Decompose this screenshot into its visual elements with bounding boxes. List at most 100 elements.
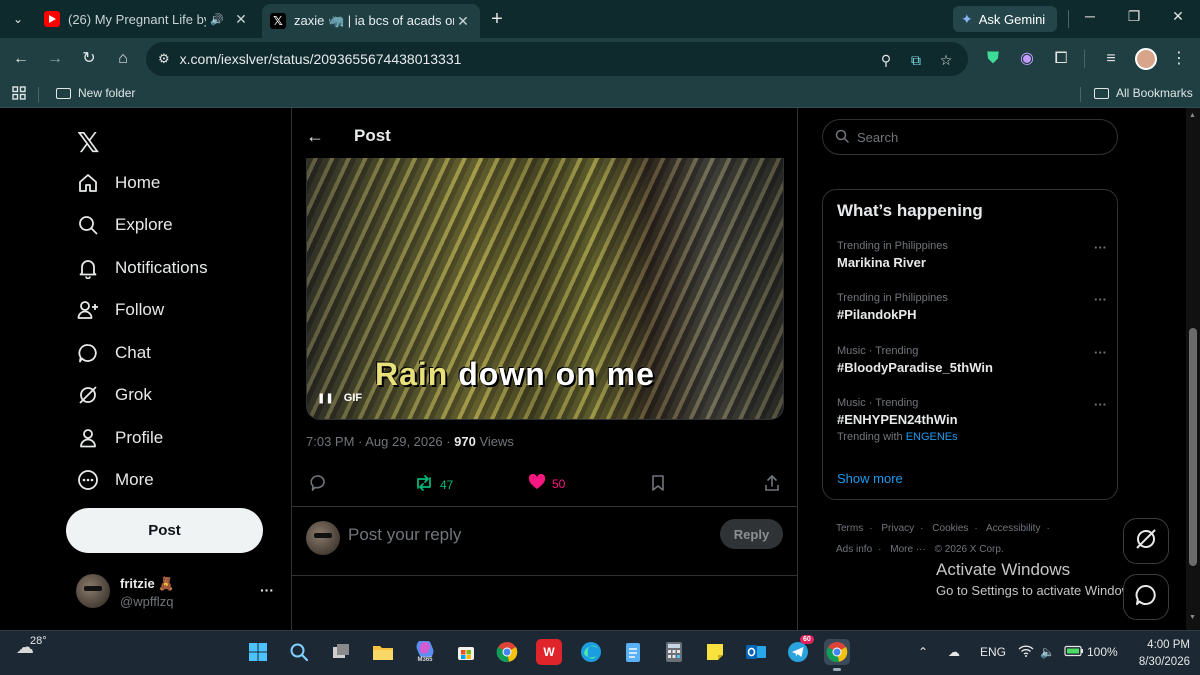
scroll-up-arrow-icon[interactable]: ▲	[1189, 112, 1196, 119]
sidebar-item-grok[interactable]: Grok	[76, 378, 152, 412]
grok-floating-button[interactable]	[1123, 518, 1169, 564]
footer-more[interactable]: More ···	[890, 544, 926, 555]
sidebar-item-explore[interactable]: Explore	[76, 208, 173, 242]
gif-badge[interactable]: ❚❚ GIF	[317, 392, 362, 404]
language-indicator[interactable]: ENG	[980, 645, 1006, 659]
footer-privacy[interactable]: Privacy	[881, 523, 914, 534]
chrome-icon[interactable]	[494, 639, 520, 665]
more-dots-icon[interactable]: ···	[260, 582, 274, 598]
close-tab-icon[interactable]: ✕	[454, 13, 472, 30]
more-dots-icon[interactable]: ···	[1094, 397, 1107, 412]
footer-cookies[interactable]: Cookies	[932, 523, 968, 534]
tab-search-button[interactable]: ⌄	[6, 7, 30, 31]
new-tab-button[interactable]: +	[486, 9, 508, 31]
messages-floating-button[interactable]	[1123, 574, 1169, 620]
zoom-icon[interactable]: ⚲	[876, 50, 896, 70]
tab-youtube[interactable]: (26) My Pregnant Life by Al 🔊 ✕	[36, 4, 258, 34]
microsoft-365-icon[interactable]: M365	[412, 639, 438, 665]
minimize-icon[interactable]: ─	[1080, 8, 1100, 24]
close-tab-icon[interactable]: ✕	[232, 11, 250, 28]
more-dots-icon[interactable]: ···	[1094, 345, 1107, 360]
shield-extension-icon[interactable]: ⛊	[982, 48, 1004, 70]
reading-list-icon[interactable]: ≡	[1100, 48, 1122, 70]
forward-icon[interactable]: →	[44, 48, 66, 70]
more-dots-icon[interactable]: ···	[1094, 292, 1107, 307]
reload-icon[interactable]: ↻	[78, 48, 100, 70]
weather-widget[interactable]: ☁ 28°	[16, 635, 47, 658]
share-action[interactable]	[764, 474, 780, 495]
sidebar-item-home[interactable]: Home	[76, 166, 160, 200]
back-icon[interactable]: ←	[10, 48, 32, 70]
footer-ads-info[interactable]: Ads info	[836, 544, 872, 555]
site-info-icon[interactable]: ⚙	[158, 51, 170, 67]
restore-icon[interactable]: ❐	[1124, 8, 1144, 25]
taskbar-search-icon[interactable]	[286, 639, 312, 665]
account-switcher[interactable]: fritzie 🧸 @wpfflzq ···	[76, 574, 276, 614]
bookmark-star-icon[interactable]: ☆	[936, 50, 956, 70]
sidebar-item-profile[interactable]: Profile	[76, 421, 163, 455]
x-logo-icon[interactable]: 𝕏	[77, 126, 100, 159]
bookmark-new-folder[interactable]: New folder	[56, 86, 135, 100]
search-input[interactable]: Search	[822, 119, 1118, 155]
sidebar-item-notifications[interactable]: Notifications	[76, 251, 208, 285]
sidebar-item-follow[interactable]: Follow	[76, 293, 164, 327]
ghost-extension-icon[interactable]: ◉	[1016, 48, 1038, 70]
pause-icon[interactable]: ❚❚	[317, 393, 334, 404]
page-scrollbar[interactable]: ▲ ▼	[1186, 108, 1200, 630]
post-media-gif[interactable]: Rain down on me ❚❚ GIF	[306, 158, 784, 420]
address-bar[interactable]: ⚙ x.com/iexslver/status/2093655674438013…	[146, 42, 968, 76]
more-dots-icon[interactable]: ···	[1094, 240, 1107, 255]
profile-avatar-icon[interactable]	[1135, 48, 1157, 70]
close-window-icon[interactable]: ✕	[1168, 8, 1188, 25]
sidebar-item-chat[interactable]: Chat	[76, 336, 151, 370]
trend-item[interactable]: Music · Trending #ENHYPEN24thWin Trendin…	[837, 397, 1107, 443]
repost-action[interactable]: 47	[414, 474, 453, 495]
sticky-notes-icon[interactable]	[702, 639, 728, 665]
calculator-icon[interactable]	[661, 639, 687, 665]
install-app-icon[interactable]: ⧉	[906, 50, 926, 70]
url-text[interactable]: x.com/iexslver/status/209365567443801333…	[180, 51, 968, 67]
apps-grid-icon[interactable]	[12, 86, 26, 100]
system-clock[interactable]: 4:00 PM 8/30/2026	[1124, 637, 1190, 671]
sidebar-item-more[interactable]: More	[76, 463, 154, 497]
trend-item[interactable]: Music · Trending #BloodyParadise_5thWin …	[837, 345, 1107, 375]
menu-kebab-icon[interactable]: ⋮	[1168, 48, 1190, 70]
tray-security-icon[interactable]: ☁	[948, 645, 960, 659]
wps-office-icon[interactable]: W	[536, 639, 562, 665]
bookmark-action[interactable]	[650, 474, 666, 495]
notepad-icon[interactable]	[620, 639, 646, 665]
edge-icon[interactable]	[578, 639, 604, 665]
task-view-icon[interactable]	[328, 639, 354, 665]
chrome-active-icon[interactable]	[824, 639, 850, 671]
speaker-icon[interactable]: 🔈	[1040, 645, 1055, 659]
battery-icon[interactable]	[1064, 645, 1084, 660]
home-icon[interactable]: ⌂	[112, 48, 134, 70]
scrollbar-thumb[interactable]	[1189, 328, 1197, 566]
trending-with-tag[interactable]: ENGENEs	[906, 431, 958, 443]
extensions-puzzle-icon[interactable]: ⧠	[1050, 48, 1072, 70]
like-action[interactable]: 50	[528, 473, 565, 493]
trend-item[interactable]: Trending in Philippines #PilandokPH ···	[837, 292, 1107, 322]
post-timestamp[interactable]: 7:03 PM · Aug 29, 2026 · 970 Views	[306, 434, 514, 449]
footer-accessibility[interactable]: Accessibility	[986, 523, 1040, 534]
reply-input[interactable]: Post your reply	[348, 525, 461, 545]
tray-overflow-chevron-icon[interactable]: ⌃	[918, 645, 928, 659]
back-arrow-icon[interactable]: ←	[306, 126, 326, 147]
wifi-icon[interactable]	[1018, 645, 1034, 660]
reply-action[interactable]	[310, 474, 328, 495]
microsoft-store-icon[interactable]	[453, 639, 479, 665]
tab-x-post[interactable]: 𝕏 zaxie 🦏 | ia bcs of acads on X ✕	[262, 4, 480, 38]
speaker-icon[interactable]: 🔊	[210, 13, 224, 26]
windows-start-icon[interactable]	[245, 639, 271, 665]
footer-terms[interactable]: Terms	[836, 523, 863, 534]
ask-gemini-button[interactable]: ✦ Ask Gemini	[953, 6, 1057, 32]
scroll-down-arrow-icon[interactable]: ▼	[1189, 614, 1196, 621]
file-explorer-icon[interactable]	[370, 639, 396, 665]
outlook-icon[interactable]	[743, 639, 769, 665]
telegram-icon[interactable]: 60	[785, 635, 814, 665]
show-more-link[interactable]: Show more	[837, 471, 903, 486]
trend-item[interactable]: Trending in Philippines Marikina River ·…	[837, 240, 1107, 270]
all-bookmarks-button[interactable]: All Bookmarks	[1094, 86, 1193, 100]
compose-post-button[interactable]: Post	[66, 508, 263, 553]
reply-button[interactable]: Reply	[720, 519, 783, 549]
